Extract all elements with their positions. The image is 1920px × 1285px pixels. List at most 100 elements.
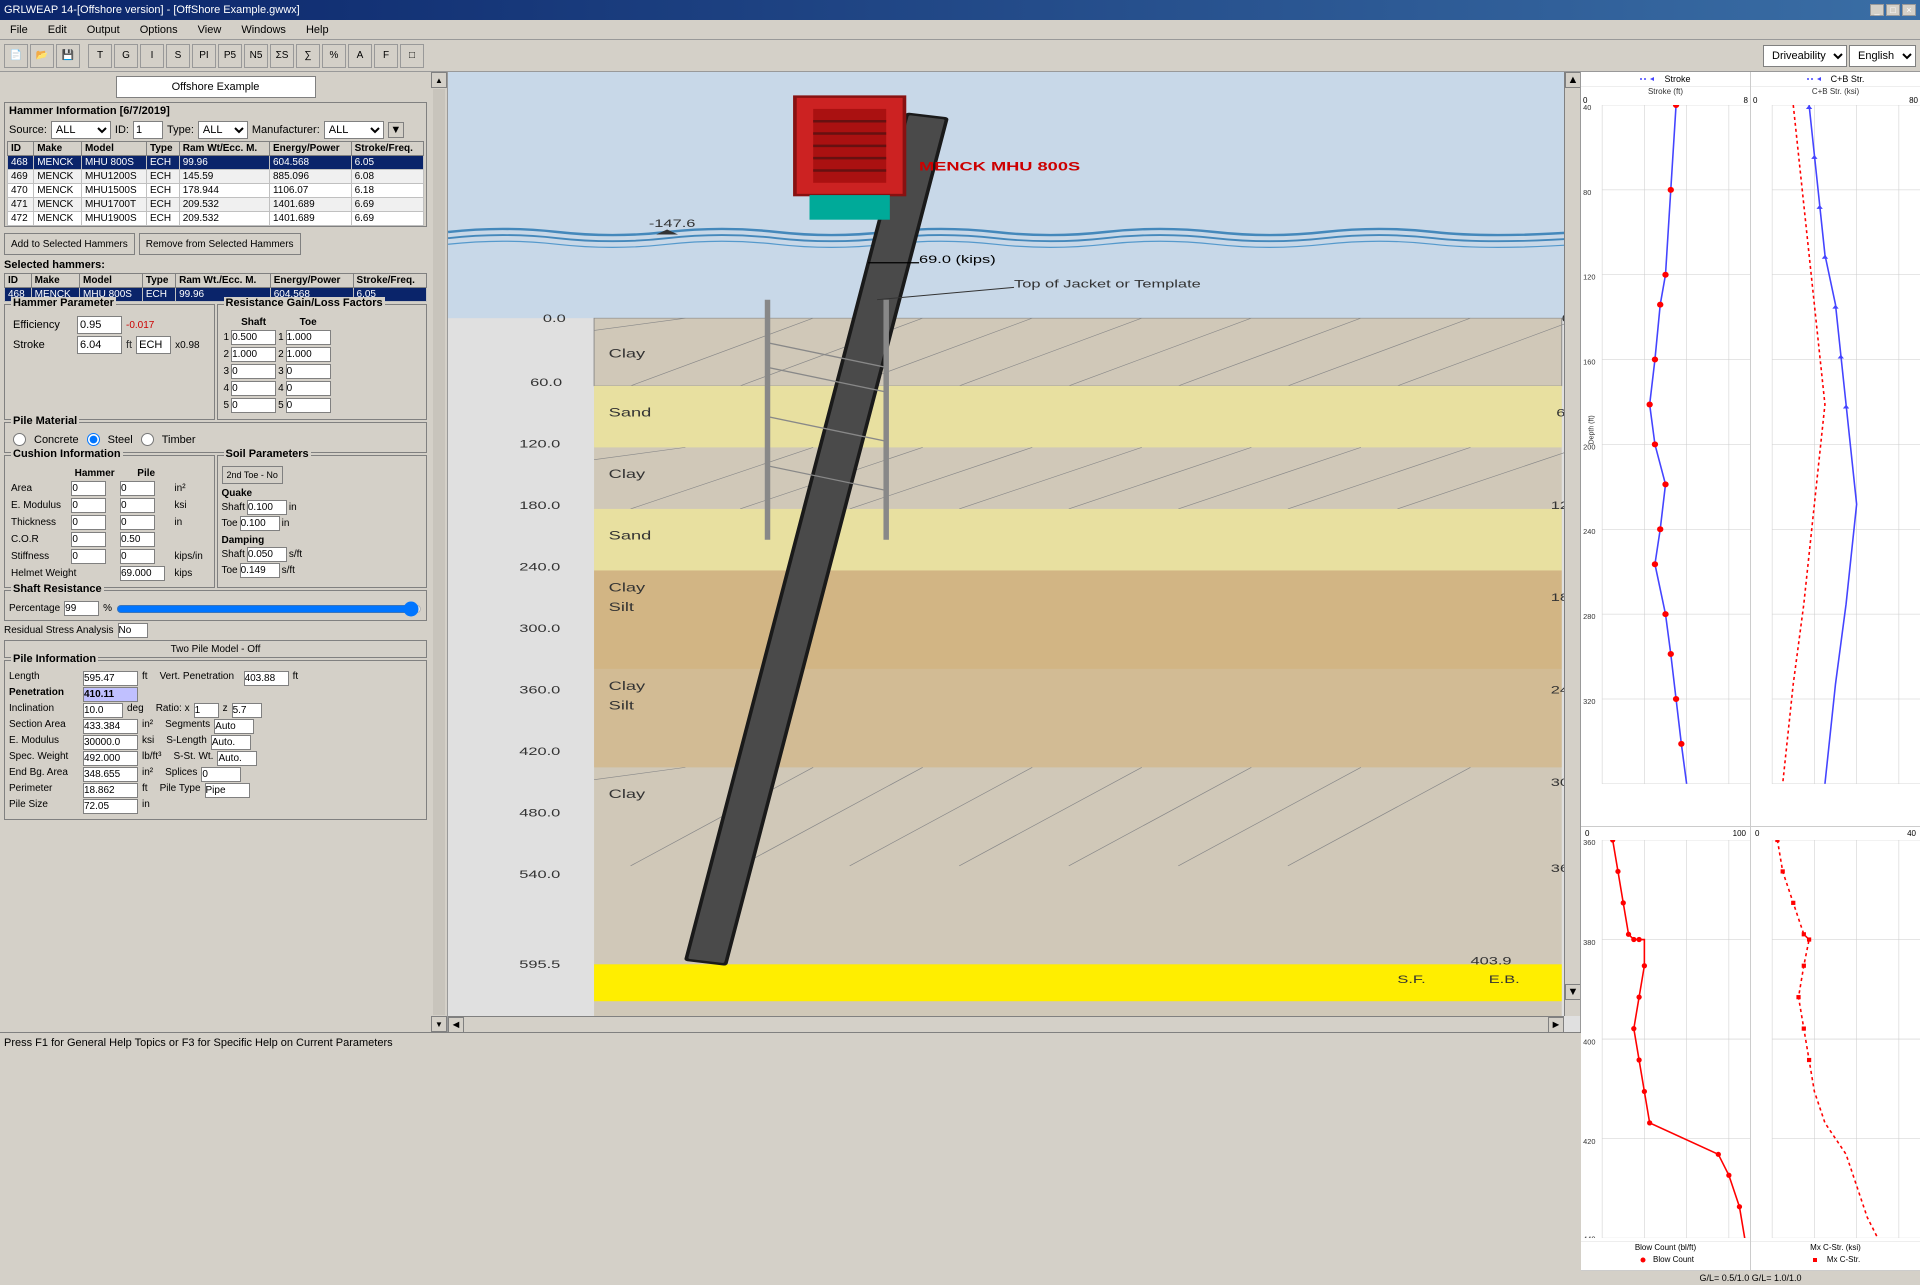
close-btn[interactable]: ×	[1902, 4, 1916, 16]
residual-input[interactable]	[118, 623, 148, 638]
hammer-row[interactable]: 471MENCKMHU1700TECH209.5321401.6896.69	[8, 198, 424, 212]
toe-input-4[interactable]	[286, 381, 331, 396]
toe-input-1[interactable]	[286, 330, 331, 345]
area-hammer-input[interactable]	[71, 481, 106, 496]
area-pile-input[interactable]	[120, 481, 155, 496]
sstw-input[interactable]	[217, 751, 257, 766]
hammer-row[interactable]: 468MENCKMHU 800SECH99.96604.5686.05	[8, 156, 424, 170]
vpen-input[interactable]	[244, 671, 289, 686]
toolbar-btn5[interactable]: PI	[192, 44, 216, 68]
shaft-input-2[interactable]	[231, 347, 276, 362]
helmet-input[interactable]	[120, 566, 165, 581]
toolbar-btn1[interactable]: T	[88, 44, 112, 68]
toolbar-btn3[interactable]: I	[140, 44, 164, 68]
sect-input[interactable]	[83, 719, 138, 734]
toolbar-btn12[interactable]: F	[374, 44, 398, 68]
hammer-row[interactable]: 469MENCKMHU1200SECH145.59885.0966.08	[8, 170, 424, 184]
shaft-input-3[interactable]	[231, 364, 276, 379]
peri-input[interactable]	[83, 783, 138, 798]
menu-output[interactable]: Output	[81, 23, 126, 37]
driveability-dropdown[interactable]: Driveability	[1763, 45, 1847, 67]
concrete-radio[interactable]	[13, 433, 26, 446]
menu-options[interactable]: Options	[134, 23, 184, 37]
shaft-input-4[interactable]	[231, 381, 276, 396]
viz-scroll-up[interactable]: ▲	[1565, 72, 1580, 88]
toolbar-btn7[interactable]: N5	[244, 44, 268, 68]
seg-input[interactable]	[214, 719, 254, 734]
toolbar-btn10[interactable]: %	[322, 44, 346, 68]
quake-shaft-input[interactable]	[247, 500, 287, 515]
toolbar-btn11[interactable]: A	[348, 44, 372, 68]
steel-radio[interactable]	[87, 433, 100, 446]
spec-input[interactable]	[83, 751, 138, 766]
ratio-z-input[interactable]	[232, 703, 262, 718]
id-input[interactable]	[133, 121, 163, 139]
viz-scroll-right[interactable]: ►	[1548, 1017, 1564, 1032]
toolbar-open[interactable]: 📂	[30, 44, 54, 68]
ratio-x-input[interactable]	[194, 703, 219, 718]
scroll-down-btn[interactable]: ▼	[431, 1016, 447, 1032]
maximize-btn[interactable]: □	[1886, 4, 1900, 16]
quake-toe-input[interactable]	[240, 516, 280, 531]
menu-windows[interactable]: Windows	[235, 23, 292, 37]
inc-input[interactable]	[83, 703, 123, 718]
sr-slider[interactable]	[116, 603, 422, 615]
length-input[interactable]	[83, 671, 138, 686]
remove-selected-btn[interactable]: Remove from Selected Hammers	[139, 233, 301, 255]
minimize-btn[interactable]: _	[1870, 4, 1884, 16]
cor-hammer-input[interactable]	[71, 532, 106, 547]
scroll-up-btn[interactable]: ▲	[431, 72, 447, 88]
hammer-row[interactable]: 470MENCKMHU1500SECH178.9441106.076.18	[8, 184, 424, 198]
toolbar-btn6[interactable]: P5	[218, 44, 242, 68]
scroll-track[interactable]	[433, 89, 445, 1015]
thickness-hammer-input[interactable]	[71, 515, 106, 530]
menu-view[interactable]: View	[192, 23, 228, 37]
toe-input-5[interactable]	[286, 398, 331, 413]
toe-input-3[interactable]	[286, 364, 331, 379]
filter-btn[interactable]: ▼	[388, 122, 404, 138]
emod-pile-input[interactable]	[120, 498, 155, 513]
toolbar-btn8[interactable]: ΣS	[270, 44, 294, 68]
timber-radio[interactable]	[141, 433, 154, 446]
hammer-row[interactable]: 472MENCKMHU1900SECH209.5321401.6896.69	[8, 212, 424, 226]
stiff-pile-input[interactable]	[120, 549, 155, 564]
shaft-input-5[interactable]	[231, 398, 276, 413]
endbg-input[interactable]	[83, 767, 138, 782]
toe-input-2[interactable]	[286, 347, 331, 362]
toolbar-btn2[interactable]: G	[114, 44, 138, 68]
menu-file[interactable]: File	[4, 23, 34, 37]
sr-percent-input[interactable]	[64, 601, 99, 616]
stroke-input[interactable]	[77, 336, 122, 354]
emod-hammer-input[interactable]	[71, 498, 106, 513]
toolbar-btn4[interactable]: S	[166, 44, 190, 68]
language-dropdown[interactable]: English	[1849, 45, 1916, 67]
mfg-select[interactable]: ALL	[324, 121, 384, 139]
pilesize-input[interactable]	[83, 799, 138, 814]
sl-input[interactable]	[211, 735, 251, 750]
stroke-type-input[interactable]	[136, 336, 171, 354]
damp-toe-input[interactable]	[240, 563, 280, 578]
toolbar-btn13[interactable]: □	[400, 44, 424, 68]
toolbar-save[interactable]: 💾	[56, 44, 80, 68]
source-select[interactable]: ALL	[51, 121, 111, 139]
viz-scroll-left[interactable]: ◄	[448, 1017, 464, 1032]
splice-input[interactable]	[201, 767, 241, 782]
damp-shaft-input[interactable]	[247, 547, 287, 562]
2nd-toe-btn[interactable]: 2nd Toe - No	[222, 466, 283, 484]
efficiency-input[interactable]	[77, 316, 122, 334]
menu-help[interactable]: Help	[300, 23, 335, 37]
pen-input[interactable]	[83, 687, 138, 702]
emod2-input[interactable]	[83, 735, 138, 750]
viz-scroll-down[interactable]: ▼	[1565, 984, 1580, 1000]
shaft-input-1[interactable]	[231, 330, 276, 345]
project-name-input[interactable]	[116, 76, 316, 98]
toolbar-new[interactable]: 📄	[4, 44, 28, 68]
menu-edit[interactable]: Edit	[42, 23, 73, 37]
piletype-input[interactable]	[205, 783, 250, 798]
thickness-pile-input[interactable]	[120, 515, 155, 530]
stiff-hammer-input[interactable]	[71, 549, 106, 564]
toolbar-btn9[interactable]: ∑	[296, 44, 320, 68]
type-select[interactable]: ALL	[198, 121, 248, 139]
add-selected-btn[interactable]: Add to Selected Hammers	[4, 233, 135, 255]
cor-pile-input[interactable]	[120, 532, 155, 547]
